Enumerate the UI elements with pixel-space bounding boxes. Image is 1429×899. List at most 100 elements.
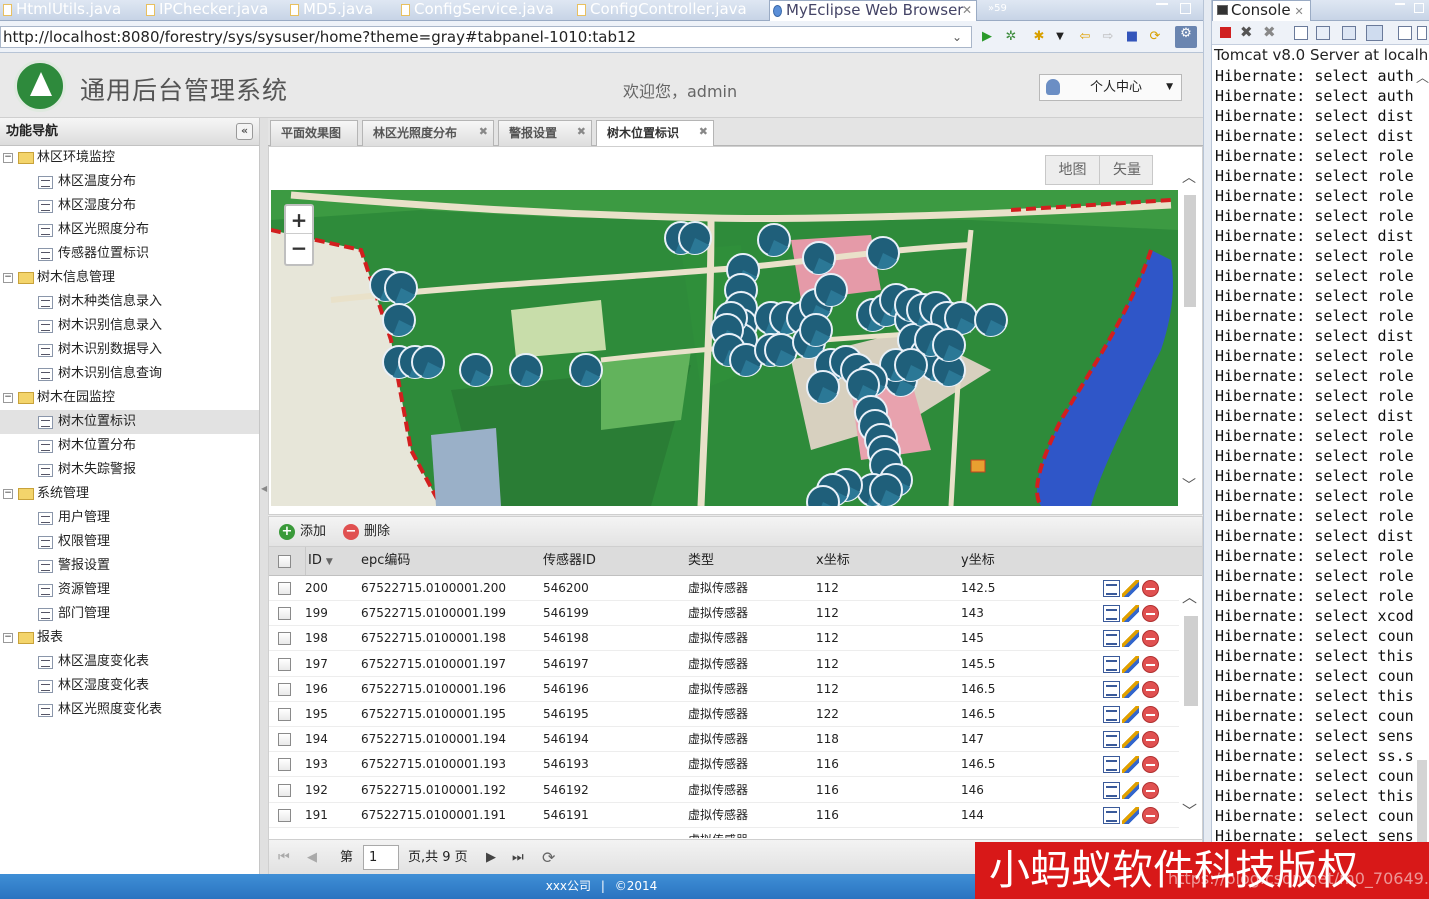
table-row[interactable]: 194 67522715.0100001.194 546194 虚拟传感器 118 147 [269,727,1179,753]
nav-group[interactable]: − 林区环境监控 [0,146,115,170]
view-icon[interactable] [1103,756,1120,774]
row-checkbox[interactable] [278,758,291,772]
forward-icon[interactable]: ⇨ [1100,29,1116,45]
show-on-error-icon[interactable] [1366,25,1383,41]
view-icon[interactable] [1103,781,1120,799]
editor-tab-ipchecker[interactable]: IPChecker.java [143,0,268,21]
first-page-icon[interactable]: ⏮ [278,849,290,867]
edit-icon[interactable] [1122,731,1139,749]
nav-group[interactable]: − 树木信息管理 [0,266,115,290]
view-icon[interactable] [1103,655,1120,673]
editor-tab-configcontroller[interactable]: ConfigController.java [574,0,747,21]
scroll-down-icon[interactable]: ﹀ [1182,475,1196,495]
next-page-icon[interactable]: ▶ [486,849,496,867]
view-icon[interactable] [1103,706,1120,723]
delete-icon[interactable] [1142,655,1159,673]
maximize-icon[interactable] [1414,3,1424,13]
show-on-output-icon[interactable] [1342,26,1356,40]
close-icon[interactable]: ✕ [1295,5,1304,18]
view-icon[interactable] [1103,630,1120,648]
delete-icon[interactable] [1142,706,1159,723]
stop-icon[interactable]: ■ [1124,29,1140,45]
column-id[interactable]: ID ▼ [305,547,361,575]
zoom-out-button[interactable]: − [286,234,312,262]
refresh-icon[interactable]: ⟳ [1147,29,1163,45]
scroll-thumb[interactable] [1184,195,1196,307]
table-row[interactable]: 200 67522715.0100001.200 546200 虚拟传感器 112 142… [269,576,1179,601]
map-scrollbar[interactable]: ︿ ﹀ [1182,167,1198,497]
collapse-node-icon[interactable]: − [3,633,13,643]
row-checkbox[interactable] [278,632,291,646]
edit-icon[interactable] [1122,706,1139,723]
editor-tab-configservice[interactable]: ConfigService.java [398,0,554,21]
table-row[interactable]: 196 67522715.0100001.196 546196 虚拟传感器 112 146… [269,677,1179,702]
delete-icon[interactable] [1142,756,1159,774]
tab-alarm-settings[interactable]: 警报设置 ✖ [498,120,592,146]
row-checkbox[interactable] [278,682,291,696]
editor-tab-web-browser[interactable]: MyEclipse Web Browser ✕ [769,0,977,21]
nav-item[interactable]: 树木识别信息录入 [0,314,259,338]
row-checkbox[interactable] [278,808,291,822]
editor-tab-md5[interactable]: MD5.java [287,0,373,21]
table-row[interactable]: 195 67522715.0100001.195 546195 虚拟传感器 122 146… [269,702,1179,727]
nav-item[interactable]: 资源管理 [0,578,259,602]
prev-page-icon[interactable]: ◀ [307,849,317,867]
view-icon[interactable] [1103,806,1120,824]
edit-icon[interactable] [1122,806,1139,824]
collapse-node-icon[interactable]: − [3,393,13,403]
nav-group[interactable]: − 报表 [0,626,63,650]
minimize-icon[interactable] [1156,3,1168,5]
tab-illuminance[interactable]: 林区光照度分布 ✖ [362,120,494,146]
terminate-icon[interactable] [1220,27,1231,38]
delete-icon[interactable] [1142,630,1159,648]
console-tab[interactable]: Console ✕ [1212,0,1311,21]
zoom-in-button[interactable]: + [286,206,312,234]
perspective-icon[interactable]: ⚙ [1175,26,1197,48]
splitter-arrow-icon[interactable]: ◀ [261,484,267,493]
nav-item[interactable]: 林区温度分布 [0,170,259,194]
delete-icon[interactable] [1142,605,1159,623]
table-row[interactable]: 192 67522715.0100001.192 546192 虚拟传感器 116 146 [269,778,1179,803]
last-page-icon[interactable]: ⏭ [512,849,524,867]
collapse-node-icon[interactable]: − [3,153,13,163]
nav-group[interactable]: − 树木在园监控 [0,386,115,410]
delete-icon[interactable] [1142,806,1159,824]
collapse-icon[interactable]: « [236,123,253,140]
delete-icon[interactable] [1142,781,1159,799]
pin-console-icon[interactable] [1398,26,1412,40]
view-icon[interactable] [1103,731,1120,749]
maximize-icon[interactable] [1180,3,1191,14]
url-input[interactable]: http://localhost:8080/forestry/sys/sysus… [0,26,972,48]
nav-item[interactable]: 权限管理 [0,530,259,554]
nav-item[interactable]: 树木位置标识 [0,410,259,434]
panel-splitter[interactable]: ◀ [260,118,268,874]
edit-icon[interactable] [1122,680,1139,698]
delete-icon[interactable] [1142,680,1159,698]
row-checkbox[interactable] [278,582,291,595]
collapse-node-icon[interactable]: − [3,273,13,283]
nav-item[interactable]: 树木位置分布 [0,434,259,458]
view-separator[interactable] [1203,0,1212,899]
add-button[interactable]: + 添加 [277,523,326,541]
user-center-menu[interactable]: 个人中心 ▼ [1039,74,1182,101]
scroll-up-icon[interactable]: ︿ [1416,67,1429,86]
table-row[interactable]: 193 67522715.0100001.193 546193 虚拟传感器 116 146… [269,752,1179,778]
nav-item[interactable]: 林区光照度变化表 [0,698,259,722]
nav-item[interactable]: 树木种类信息录入 [0,290,259,314]
column-type[interactable]: 类型 [688,547,714,575]
row-checkbox[interactable] [278,733,291,747]
clear-console-icon[interactable] [1294,26,1308,40]
column-y[interactable]: y坐标 [961,547,995,575]
close-tab-icon[interactable]: ✕ [962,1,972,20]
column-epc[interactable]: epc编码 [361,547,410,575]
scroll-down-icon[interactable]: ﹀ [1182,800,1197,821]
nav-item[interactable]: 树木识别数据导入 [0,338,259,362]
nav-item[interactable]: 林区光照度分布 [0,218,259,242]
column-x[interactable]: x坐标 [816,547,850,575]
close-tab-icon[interactable]: ✖ [699,120,708,144]
map-button[interactable]: 地图 [1046,156,1100,184]
scroll-up-icon[interactable]: ︿ [1182,167,1196,187]
scroll-up-icon[interactable]: ︿ [1182,586,1197,607]
view-icon[interactable] [1103,580,1120,597]
column-sensor-id[interactable]: 传感器ID [543,547,596,575]
